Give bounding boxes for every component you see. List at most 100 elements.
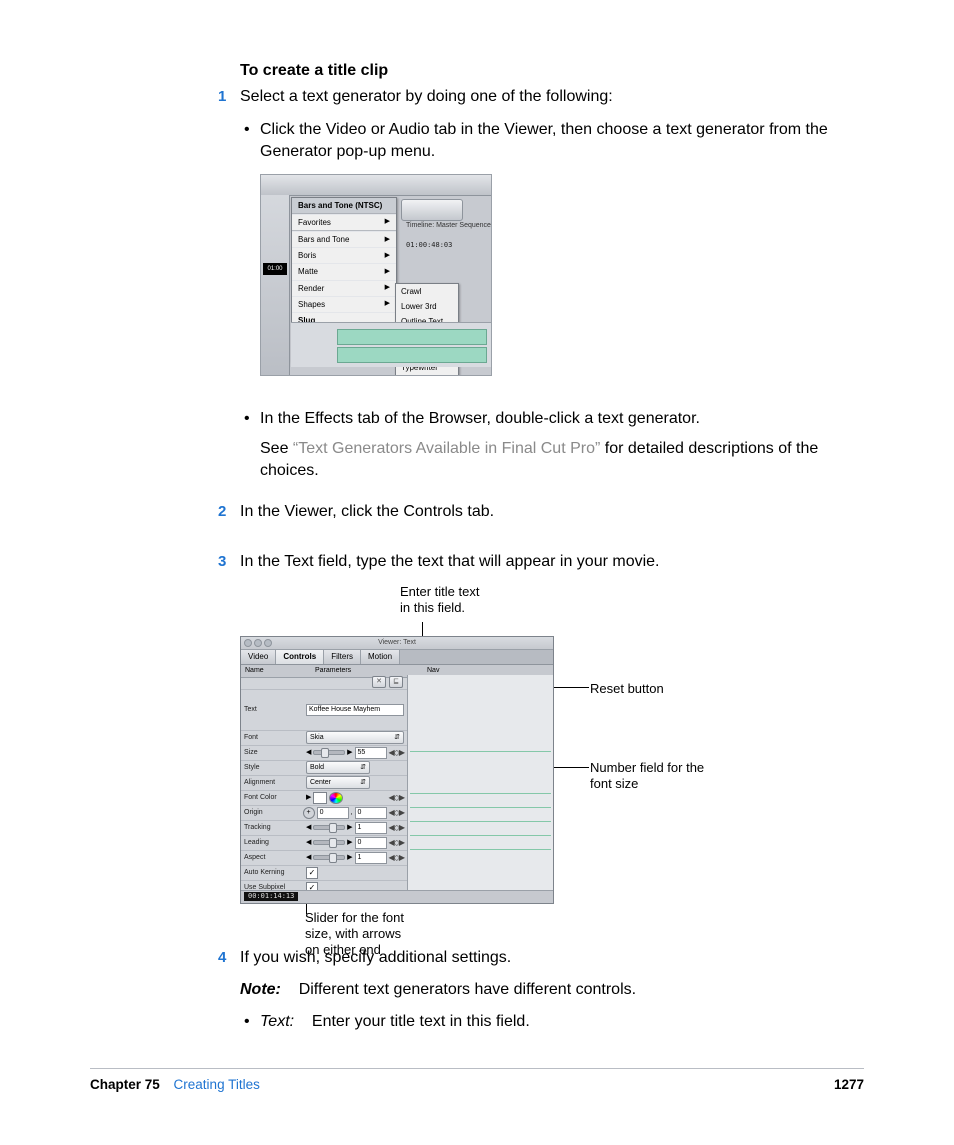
toolbar-buttons (401, 199, 463, 221)
screenshot-viewer-controls: Viewer: Text Video Controls Filters Moti… (240, 636, 554, 904)
menu-item[interactable]: Matte▶ (292, 263, 396, 279)
menu-item-favorites[interactable]: Favorites▶ (292, 214, 396, 230)
slider-arrow-left-icon[interactable]: ◀ (306, 853, 311, 863)
dropdown-arrow-icon: ⇵ (394, 733, 400, 743)
style-select[interactable]: Bold⇵ (306, 761, 370, 774)
xref-link[interactable]: “Text Generators Available in Final Cut … (293, 440, 600, 457)
step-2: 2 In the Viewer, click the Controls tab. (240, 501, 870, 523)
slider-arrow-right-icon[interactable]: ▶ (347, 838, 352, 848)
keyframe-lane (410, 849, 551, 851)
tab-filters[interactable]: Filters (324, 650, 361, 664)
aspect-field[interactable]: 1 (355, 852, 387, 864)
alignment-select[interactable]: Center⇵ (306, 776, 370, 789)
aspect-slider[interactable] (313, 855, 345, 860)
menu-item[interactable]: Boris▶ (292, 247, 396, 263)
note-label: Note: (240, 981, 281, 998)
slider-arrow-left-icon[interactable]: ◀ (306, 823, 311, 833)
keyframe-controls-icon[interactable]: ◀◇▶ (389, 852, 404, 863)
timeline-label: Timeline: Master Sequence (406, 221, 491, 231)
keyframe-controls-icon[interactable]: ◀◇▶ (389, 837, 404, 848)
tab-motion[interactable]: Motion (361, 650, 400, 664)
see-line: See “Text Generators Available in Final … (240, 438, 870, 483)
page-footer: Chapter 75 Creating Titles 1277 (90, 1068, 864, 1105)
bullet-text: In the Effects tab of the Browser, doubl… (260, 410, 700, 427)
bullet-text: Click the Video or Audio tab in the View… (260, 121, 828, 138)
step-number: 4 (218, 947, 226, 968)
bullet-text: Enter your title text in this field. (312, 1013, 530, 1030)
submenu-item[interactable]: Crawl (396, 284, 458, 299)
param-label: Alignment (241, 778, 306, 788)
param-label: Style (241, 763, 306, 773)
slider-arrow-right-icon[interactable]: ▶ (347, 748, 352, 758)
slider-arrow-right-icon[interactable]: ▶ (347, 853, 352, 863)
param-label-text: Text (241, 705, 306, 715)
font-select[interactable]: Skia⇵ (306, 731, 404, 744)
origin-y-field[interactable]: 0 (355, 807, 387, 819)
size-number-field[interactable]: 55 (355, 747, 387, 759)
keyframe-controls-icon[interactable]: ◀◇▶ (389, 822, 404, 833)
section-heading: To create a title clip (240, 60, 870, 82)
left-timecode: 01:00 (263, 263, 287, 275)
dropdown-arrow-icon: ⇵ (360, 778, 366, 788)
step-4: 4 If you wish, specify additional settin… (240, 947, 870, 969)
param-label: Origin (241, 808, 303, 818)
page-number: 1277 (834, 1077, 864, 1105)
param-label: Leading (241, 838, 306, 848)
screenshot-generator-menu: Timeline: Master Sequence 01:00:48:03 01… (260, 174, 492, 376)
param-label: Tracking (241, 823, 306, 833)
keyframe-controls-icon[interactable]: ◀◇▶ (389, 747, 404, 758)
keyframe-lane (410, 751, 551, 753)
step-number: 1 (218, 86, 226, 107)
keyframe-nav-button[interactable]: ⊑ (389, 676, 403, 688)
menu-item[interactable]: Shapes▶ (292, 296, 396, 312)
slider-arrow-left-icon[interactable]: ◀ (306, 748, 311, 758)
origin-x-field[interactable]: 0 (317, 807, 349, 819)
tracking-field[interactable]: 1 (355, 822, 387, 834)
submenu-arrow-icon: ▶ (385, 299, 390, 309)
step-text: If you wish, specify additional settings… (240, 949, 511, 966)
auto-kerning-checkbox[interactable]: ✓ (306, 867, 318, 879)
submenu-arrow-icon: ▶ (385, 283, 390, 293)
callout-number-field: Number field for the font size (590, 760, 704, 793)
tracking-slider[interactable] (313, 825, 345, 830)
timeline-clip (337, 329, 487, 345)
crosshair-icon[interactable]: + (303, 807, 315, 819)
reset-button[interactable]: ✕ (372, 676, 386, 688)
menu-item[interactable]: Render▶ (292, 280, 396, 296)
keyframe-lane (410, 835, 551, 837)
leading-field[interactable]: 0 (355, 837, 387, 849)
tab-controls[interactable]: Controls (276, 650, 324, 664)
text-field[interactable]: Koffee House Mayhem (306, 704, 404, 716)
note-line: Note: Different text generators have dif… (240, 979, 870, 1001)
dropdown-arrow-icon: ⇵ (360, 763, 366, 773)
param-label: Auto Kerning (241, 868, 306, 878)
current-timecode: 00:01:14:13 (244, 892, 298, 902)
keyframe-lane (410, 793, 551, 795)
timecode: 01:00:48:03 (406, 241, 452, 251)
param-label: Font (241, 733, 306, 743)
param-label: Aspect (241, 853, 306, 863)
slider-arrow-left-icon[interactable]: ◀ (306, 838, 311, 848)
param-label: Size (241, 748, 306, 758)
keyframe-controls-icon[interactable]: ◀◇▶ (389, 792, 404, 803)
submenu-arrow-icon: ▶ (385, 267, 390, 277)
menu-item[interactable]: Bars and Tone▶ (292, 231, 396, 247)
submenu-item[interactable]: Lower 3rd (396, 299, 458, 314)
keyframe-controls-icon[interactable]: ◀◇▶ (389, 807, 404, 818)
slider-arrow-right-icon[interactable]: ▶ (347, 823, 352, 833)
tab-video[interactable]: Video (241, 650, 276, 664)
chapter-label: Chapter 75 (90, 1077, 160, 1092)
bullet-dot-icon: • (244, 119, 250, 141)
step-3: 3 In the Text field, type the text that … (240, 551, 870, 573)
size-slider[interactable] (313, 750, 345, 755)
step1-bullet-a: • Click the Video or Audio tab in the Vi… (240, 119, 870, 164)
eyedropper-icon[interactable] (329, 792, 343, 804)
color-swatch[interactable] (313, 792, 327, 804)
viewer-tabs: Video Controls Filters Motion (241, 650, 553, 665)
step4-bullet: • Text: Enter your title text in this fi… (240, 1011, 870, 1033)
leading-slider[interactable] (313, 840, 345, 845)
disclosure-triangle-icon[interactable]: ▶ (306, 793, 311, 803)
step-text: In the Text field, type the text that wi… (240, 553, 659, 570)
keyframe-lane (410, 821, 551, 823)
window-title: Viewer: Text (241, 637, 553, 649)
